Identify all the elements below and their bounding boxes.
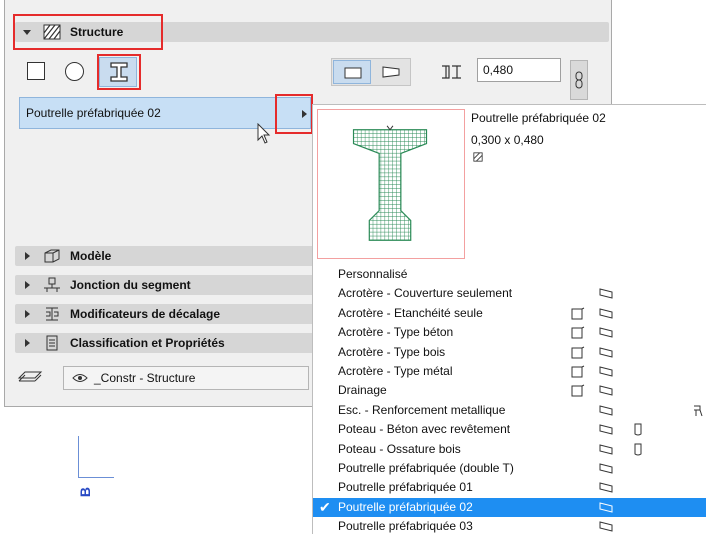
profile-list-item-label: Esc. - Renforcement metallique — [338, 402, 506, 417]
wall-usage-icon — [571, 307, 585, 320]
canvas-label: B — [77, 486, 94, 498]
dimension-height-icon — [442, 65, 461, 79]
circle-shape-button[interactable] — [65, 62, 84, 81]
profile-list-item-label: Poteau - Ossature bois — [338, 441, 461, 456]
profile-list-item[interactable]: Poutrelle préfabriquée 03 — [313, 517, 706, 536]
expand-triangle-icon[interactable] — [25, 281, 30, 289]
wall-usage-icon — [571, 384, 585, 397]
geometry-toggle-group — [331, 58, 411, 86]
segment-junction-icon — [44, 277, 60, 292]
profile-list-item[interactable]: Esc. - Renforcement metallique — [313, 401, 706, 420]
tapered-geometry-button[interactable] — [373, 60, 409, 84]
tapered-beam-icon — [382, 66, 400, 78]
column-usage-icon — [634, 443, 642, 456]
profile-shape-callout — [97, 54, 141, 90]
layer-stack-icon — [17, 371, 43, 382]
beam-usage-icon — [599, 366, 613, 377]
chain-link-icon — [575, 71, 583, 89]
expand-triangle-icon[interactable] — [25, 339, 30, 347]
height-input-value: 0,480 — [483, 63, 514, 77]
section-classification-label: Classification et Propriétés — [70, 336, 225, 350]
preview-profile-dimensions: 0,300 x 0,480 — [471, 133, 544, 147]
column-usage-icon — [634, 423, 642, 436]
straight-geometry-button[interactable] — [333, 60, 371, 84]
link-dimensions-button[interactable] — [570, 60, 588, 100]
model-icon — [44, 249, 60, 263]
canvas-line — [78, 436, 79, 478]
layer-selector-value: _Constr - Structure — [94, 371, 196, 385]
stair-usage-icon — [694, 405, 703, 416]
classification-icon — [46, 335, 58, 351]
profile-list-item-label: Poutrelle préfabriquée 01 — [338, 480, 473, 495]
beam-usage-icon — [599, 288, 613, 300]
profile-list-item[interactable]: Acrotère - Etanchéité seule — [313, 304, 706, 323]
beam-usage-icon — [599, 346, 613, 358]
profile-list: Personnalisé Acrotère - Couverture seulem… — [313, 265, 706, 534]
expand-triangle-icon[interactable] — [25, 310, 30, 318]
profile-list-item-label: Acrotère - Type bois — [338, 344, 446, 359]
profile-preview — [317, 109, 465, 259]
structure-callout — [13, 14, 163, 50]
beam-usage-icon — [599, 405, 613, 416]
profile-list-item[interactable]: Acrotère - Couverture seulement — [313, 284, 706, 303]
profile-dropdown: Poutrelle préfabriquée 02 0,300 x 0,480 … — [312, 104, 706, 534]
profile-list-item[interactable]: Acrotère - Type béton — [313, 323, 706, 342]
checkmark-icon: ✔ — [319, 498, 331, 515]
height-input[interactable]: 0,480 — [477, 58, 561, 82]
profile-list-item[interactable]: Poteau - Béton avec revêtement — [313, 420, 706, 439]
profile-list-item[interactable]: Personnalisé — [313, 265, 706, 284]
profile-list-item-label: Acrotère - Etanchéité seule — [338, 305, 483, 320]
section-jonction-label: Jonction du segment — [70, 278, 191, 292]
profile-list-item[interactable]: Drainage — [313, 381, 706, 400]
profile-list-item[interactable]: Poutrelle préfabriquée (double T) — [313, 459, 706, 478]
beam-usage-icon — [599, 308, 613, 319]
canvas-line — [78, 477, 114, 478]
beam-usage-icon — [599, 424, 613, 435]
expand-triangle-icon[interactable] — [25, 252, 30, 260]
straight-beam-icon — [344, 67, 362, 79]
profile-list-item[interactable]: Poutrelle préfabriquée 01 — [313, 478, 706, 497]
beam-usage-icon — [599, 521, 613, 532]
profile-list-item-label: Poutrelle préfabriquée 02 — [338, 499, 473, 514]
profile-list-item[interactable]: ✔ Poutrelle préfabriquée 02 — [313, 497, 706, 517]
wall-usage-icon — [571, 346, 585, 359]
profile-arrow-callout — [275, 94, 313, 134]
profile-list-item-label: Drainage — [338, 383, 387, 398]
profile-selector-value: Poutrelle préfabriquée 02 — [26, 106, 161, 120]
profile-list-item-label: Poutrelle préfabriquée 03 — [338, 519, 473, 534]
section-modificateurs-label: Modificateurs de décalage — [70, 307, 221, 321]
beam-usage-icon — [599, 385, 613, 397]
profile-list-item[interactable]: Acrotère - Type bois — [313, 343, 706, 362]
profile-list-item-label: Poutrelle préfabriquée (double T) — [338, 461, 514, 475]
rectangle-shape-button[interactable] — [27, 62, 45, 80]
wall-usage-icon — [571, 326, 585, 339]
hatch-pattern-icon — [473, 152, 483, 162]
beam-usage-icon — [599, 463, 613, 474]
offset-modifier-icon — [46, 307, 59, 321]
beam-usage-icon — [599, 327, 613, 338]
i-beam-section-preview — [352, 125, 428, 241]
profile-list-item-label: Acrotère - Couverture seulement — [338, 286, 513, 301]
profile-list-item-label: Acrotère - Type béton — [338, 325, 454, 340]
mouse-cursor-icon — [257, 123, 271, 144]
beam-usage-icon — [599, 502, 613, 513]
profile-list-item-label: Personnalisé — [338, 267, 408, 281]
layer-selector[interactable]: _Constr - Structure — [63, 366, 309, 390]
profile-list-item-label: Acrotère - Type métal — [338, 364, 453, 378]
preview-profile-name: Poutrelle préfabriquée 02 — [471, 111, 606, 125]
beam-usage-icon — [599, 443, 613, 455]
beam-usage-icon — [599, 482, 613, 494]
profile-list-item-label: Poteau - Béton avec revêtement — [338, 422, 511, 437]
profile-list-item[interactable]: Acrotère - Type métal — [313, 362, 706, 381]
eye-icon — [72, 374, 88, 382]
profile-list-item[interactable]: Poteau - Ossature bois — [313, 440, 706, 459]
section-modele-label: Modèle — [70, 249, 112, 263]
wall-usage-icon — [571, 365, 585, 378]
